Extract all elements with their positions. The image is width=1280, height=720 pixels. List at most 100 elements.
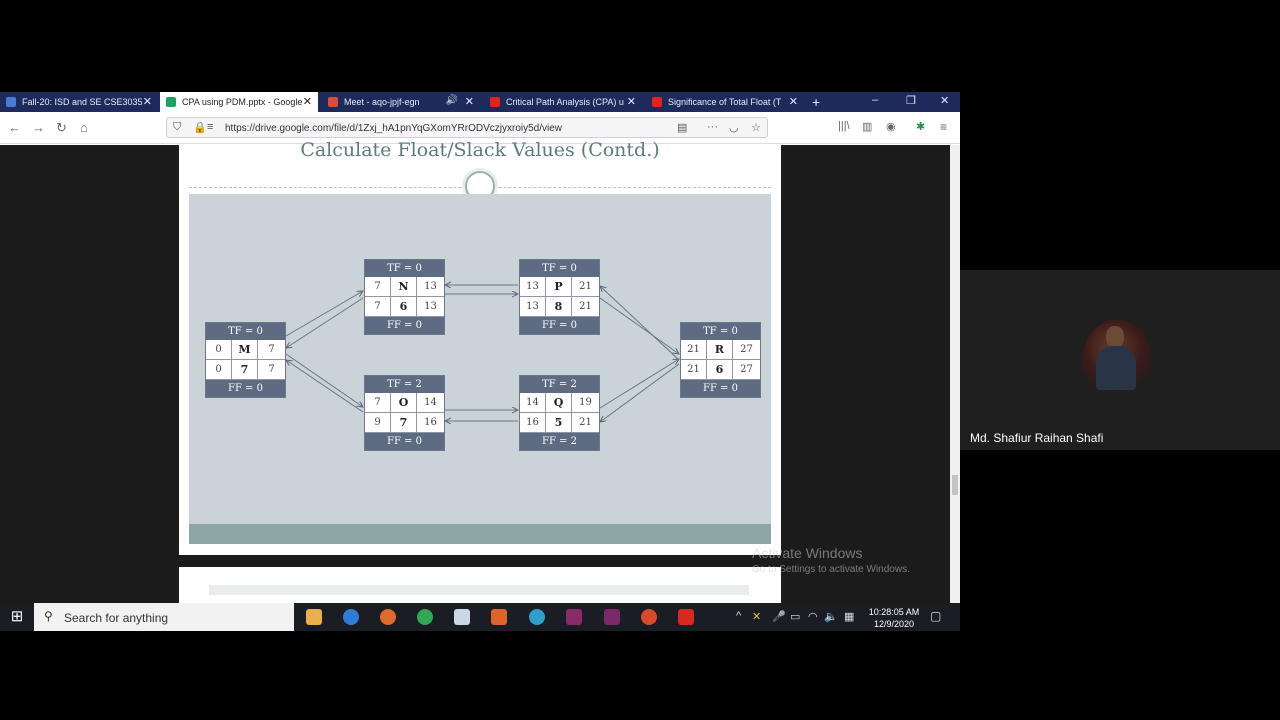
chevron-up-icon[interactable]: ^ [736,610,741,622]
activity-node-r: TF = 0 21 R 27 21 6 27 FF = 0 [680,322,761,398]
total-float-label: TF = 0 [206,323,285,340]
menu-icon[interactable]: ≡ [940,120,947,134]
close-icon[interactable]: ✕ [465,95,474,108]
tab-meet[interactable]: Meet - aqo-jpjf-egn 🔊 ✕ [322,92,480,112]
moodle-icon [6,97,16,107]
extensions-icon[interactable]: ✱ [916,120,925,133]
microphone-icon[interactable]: 🎤 [772,610,786,623]
activity-id: O [391,393,417,413]
tab-cpa-youtube[interactable]: Critical Path Analysis (CPA) u ✕ [484,92,642,112]
keyboard-icon[interactable]: ▦ [844,610,854,623]
paint-icon[interactable] [491,609,507,625]
late-finish: 21 [572,297,599,317]
new-tab-button[interactable]: + [806,92,830,112]
back-icon[interactable]: ← [8,120,21,135]
screen-recorder-icon[interactable] [604,609,620,625]
close-icon[interactable]: ✕ [627,95,636,108]
chrome-icon[interactable] [417,609,433,625]
media-app-icon[interactable] [566,609,582,625]
taskbar: ⊞ ⚲ Search for anything ^ ✕ 🎤 ▭ ◠ 🔈 ▦ 10… [0,603,960,631]
pocket-icon[interactable]: ◡ [729,121,739,134]
tray-app-icon[interactable]: ✕ [752,610,761,623]
free-float-label: FF = 0 [365,317,444,334]
more-icon[interactable]: ··· [707,121,718,133]
speaker-icon[interactable]: 🔊 [446,95,458,106]
early-finish: 27 [733,340,760,360]
early-finish: 7 [258,340,285,360]
participant-name: Md. Shafiur Raihan Shafi [970,431,1104,445]
reload-icon[interactable]: ↻ [56,120,67,136]
next-slide-title [209,585,749,595]
forward-icon[interactable]: → [32,120,45,135]
bookmark-star-icon[interactable]: ☆ [751,121,761,134]
reader-view-icon[interactable]: ▤ [677,121,687,134]
late-start: 0 [206,360,232,380]
vertical-scrollbar[interactable] [950,145,960,603]
late-finish: 16 [417,413,444,433]
battery-icon[interactable]: ▭ [790,610,800,623]
late-start: 21 [681,360,707,380]
clock-time: 10:28:05 AM [868,607,920,617]
slide-footer-band [189,524,771,544]
close-window-button[interactable]: ✕ [940,94,949,107]
close-icon[interactable]: ✕ [303,95,312,108]
early-finish: 13 [417,277,444,297]
tab-float-youtube[interactable]: Significance of Total Float (T ✕ [646,92,804,112]
early-start: 7 [365,277,391,297]
late-start: 13 [520,297,546,317]
volume-muted-icon[interactable]: 🔈 [824,610,838,623]
participant-video [1082,320,1152,400]
early-finish: 21 [572,277,599,297]
late-finish: 21 [572,413,599,433]
free-float-label: FF = 2 [520,433,599,450]
free-float-label: FF = 0 [365,433,444,450]
plus-icon: + [812,94,821,110]
early-start: 14 [520,393,546,413]
total-float-label: TF = 0 [365,260,444,277]
account-icon[interactable]: ◉ [886,120,896,133]
slide: Calculate Float/Slack Values (Contd.) TF… [179,139,781,555]
taskbar-search[interactable]: ⚲ Search for anything [34,603,294,631]
address-bar[interactable]: ⛉ 🔒 ≡ https://drive.google.com/file/d/1Z… [166,117,768,138]
early-finish: 14 [417,393,444,413]
library-icon[interactable]: |||\ [838,120,850,132]
shield-icon[interactable]: ⛉ [173,121,181,134]
close-icon[interactable]: ✕ [143,95,152,108]
wifi-icon[interactable]: ◠ [808,610,818,623]
app-icon[interactable] [641,609,657,625]
sidebar-icon[interactable]: ▥ [862,120,872,133]
late-start: 16 [520,413,546,433]
windows-start-icon[interactable]: ⊞ [0,603,34,631]
tab-bar: Fall-20: ISD and SE CSE3035 ✕ CPA using … [0,92,960,112]
tab-cpa-pptx[interactable]: CPA using PDM.pptx - Google ✕ [160,92,318,112]
close-icon[interactable]: ✕ [789,95,798,108]
notification-icon[interactable]: ▢ [930,609,941,623]
lock-icon[interactable]: 🔒 [193,121,207,134]
notepad-icon[interactable] [454,609,470,625]
free-float-label: FF = 0 [206,380,285,397]
early-start: 13 [520,277,546,297]
restore-button[interactable]: ❐ [906,94,916,107]
file-explorer-icon[interactable] [306,609,322,625]
minimize-button[interactable]: – [872,94,878,106]
permissions-icon[interactable]: ≡ [207,121,213,133]
firefox-icon[interactable] [380,609,396,625]
activity-id: N [391,277,417,297]
edge-icon[interactable] [343,609,359,625]
duration: 7 [232,360,258,380]
scrollbar-thumb[interactable] [952,475,958,495]
tab-label: Meet - aqo-jpjf-egn [344,97,420,107]
tab-fall20[interactable]: Fall-20: ISD and SE CSE3035 ✕ [0,92,158,112]
acrobat-icon[interactable] [678,609,694,625]
arrow-n-m [286,297,364,348]
document-viewer: Calculate Float/Slack Values (Contd.) TF… [0,139,960,603]
activity-id: M [232,340,258,360]
total-float-label: TF = 2 [365,376,444,393]
participant-head [1106,326,1124,348]
browser-window: Fall-20: ISD and SE CSE3035 ✕ CPA using … [0,92,960,603]
clock[interactable]: 10:28:05 AM 12/9/2020 [866,606,922,630]
home-icon[interactable]: ⌂ [80,120,88,135]
activity-node-p: TF = 0 13 P 21 13 8 21 FF = 0 [519,259,600,335]
browser-icon[interactable] [529,609,545,625]
url-text[interactable]: https://drive.google.com/file/d/1Zxj_hA1… [225,123,562,134]
